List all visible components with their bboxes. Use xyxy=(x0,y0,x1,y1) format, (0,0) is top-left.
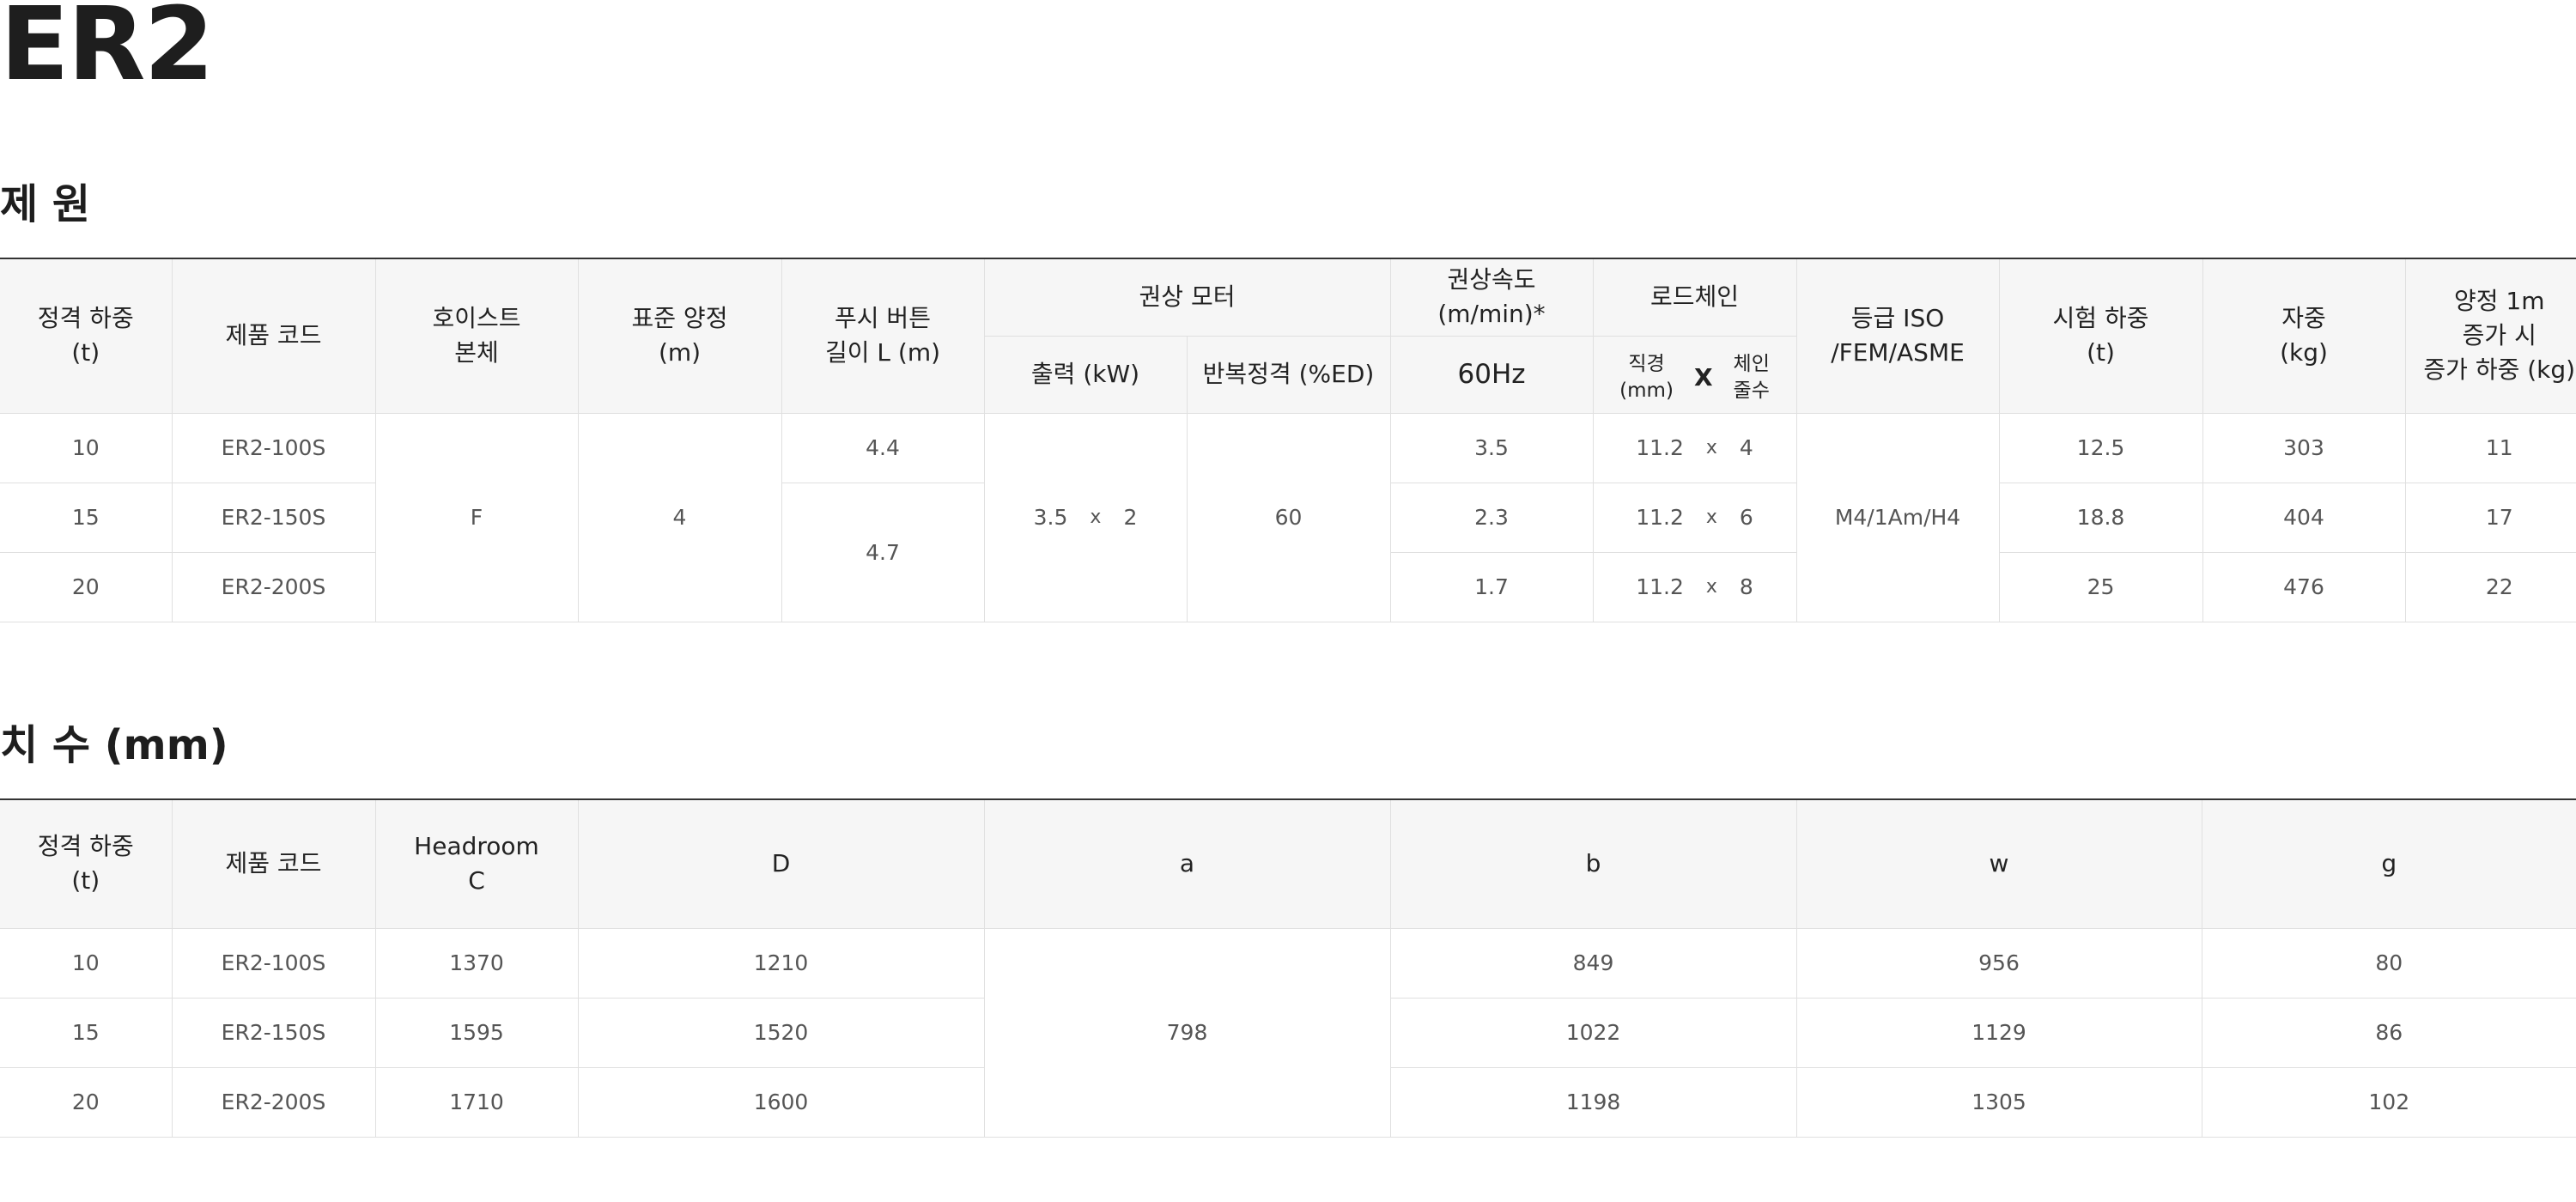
cell-d: 1210 xyxy=(577,927,985,999)
header-std-lift: 표준 양정 (m) xyxy=(577,258,782,414)
cell-test-load: 12.5 xyxy=(1998,412,2203,483)
cell-push-button-length: 4.7 xyxy=(781,482,985,622)
dimensions-heading: 치 수 (mm) xyxy=(0,721,228,769)
cell-g: 86 xyxy=(2201,997,2576,1068)
cell-headroom: 1710 xyxy=(374,1066,579,1138)
cell-d: 1520 xyxy=(577,997,985,1068)
header-a: a xyxy=(983,798,1391,929)
cell-grade: M4/1Am/H4 xyxy=(1795,412,2000,622)
header-hoist-motor: 권상 모터 xyxy=(983,258,1391,337)
cell-extra-weight: 17 xyxy=(2404,482,2576,553)
header-chain-falls: 체인 줄수 xyxy=(1733,352,1770,402)
cell-w: 1129 xyxy=(1795,997,2202,1068)
cell-test-load: 18.8 xyxy=(1998,482,2203,553)
cell-product-code: ER2-200S xyxy=(171,1066,376,1138)
cell-motor-duty: 60 xyxy=(1186,412,1391,622)
cell-rated-load: 20 xyxy=(0,551,173,622)
header-chain-spec: 직경 (mm) X 체인 줄수 xyxy=(1592,335,1797,414)
cell-b: 1022 xyxy=(1389,997,1797,1068)
header-d: D xyxy=(577,798,985,929)
cell-test-load: 25 xyxy=(1998,551,2203,622)
table-row: 10 ER2-100S 1370 1210 798 849 956 80 xyxy=(0,927,2576,1138)
cell-weight: 404 xyxy=(2202,482,2406,553)
cell-hoist-speed: 2.3 xyxy=(1389,482,1594,553)
cell-b: 849 xyxy=(1389,927,1797,999)
cell-product-code: ER2-100S xyxy=(171,412,376,483)
cell-product-code: ER2-200S xyxy=(171,551,376,622)
cell-push-button-length: 4.4 xyxy=(781,412,985,483)
cell-weight: 476 xyxy=(2202,551,2406,622)
cell-rated-load: 10 xyxy=(0,412,173,483)
header-extra-weight: 양정 1m 증가 시 증가 하중 (kg) xyxy=(2404,258,2576,414)
header-w: w xyxy=(1795,798,2202,929)
header-rated-load: 정격 하중 (t) xyxy=(0,258,173,414)
header-weight: 자중 (kg) xyxy=(2202,258,2406,414)
header-hoist-speed: 권상속도 (m/min)* xyxy=(1389,258,1594,337)
header-motor-output: 출력 (kW) xyxy=(984,335,1188,414)
table-row: 10 ER2-100S F 4 4.4 3.5 x 2 60 3.5 11.2 x 4 … xyxy=(0,412,2576,622)
cell-g: 80 xyxy=(2201,927,2576,999)
header-test-load: 시험 하중 (t) xyxy=(1998,258,2203,414)
cell-std-lift: 4 xyxy=(577,412,782,622)
cell-hoist-body: F xyxy=(374,412,579,622)
cell-rated-load: 15 xyxy=(0,997,173,1068)
cell-extra-weight: 11 xyxy=(2404,412,2576,483)
header-chain-diameter: 직경 (mm) xyxy=(1619,352,1674,402)
header-chain-times: X xyxy=(1693,362,1713,392)
cell-rated-load: 20 xyxy=(0,1066,173,1138)
cell-a: 798 xyxy=(983,927,1391,1138)
cell-b: 1198 xyxy=(1389,1066,1797,1138)
header-motor-duty: 반복정격 (%ED) xyxy=(1186,335,1391,414)
cell-product-code: ER2-150S xyxy=(171,482,376,553)
header-push-button-length: 푸시 버튼 길이 L (m) xyxy=(781,258,985,414)
header-hoist-body: 호이스트 본체 xyxy=(374,258,579,414)
dimensions-table: 정격 하중 (t) 제품 코드 Headroom C D a b w g 10 ER… xyxy=(0,798,2576,1138)
cell-g: 102 xyxy=(2201,1066,2576,1138)
cell-rated-load: 10 xyxy=(0,927,173,999)
header-headroom: Headroom C xyxy=(374,798,579,929)
cell-w: 1305 xyxy=(1795,1066,2202,1138)
cell-product-code: ER2-150S xyxy=(171,997,376,1068)
cell-load-chain: 11.2 x 4 xyxy=(1592,412,1797,483)
header-load-chain: 로드체인 xyxy=(1592,258,1797,337)
cell-headroom: 1370 xyxy=(374,927,579,999)
spec-heading: 제 원 xyxy=(0,180,91,228)
header-product-code: 제품 코드 xyxy=(171,798,376,929)
cell-load-chain: 11.2 x 8 xyxy=(1592,551,1797,622)
header-g: g xyxy=(2201,798,2576,929)
header-rated-load: 정격 하중 (t) xyxy=(0,798,173,929)
header-grade: 등급 ISO/FEM/ASME xyxy=(1795,258,2000,414)
cell-hoist-speed: 3.5 xyxy=(1389,412,1594,483)
page-title: ER2 xyxy=(0,0,215,103)
cell-headroom: 1595 xyxy=(374,997,579,1068)
cell-load-chain: 11.2 x 6 xyxy=(1592,482,1797,553)
cell-d: 1600 xyxy=(577,1066,985,1138)
cell-product-code: ER2-100S xyxy=(171,927,376,999)
header-product-code: 제품 코드 xyxy=(171,258,376,414)
header-b: b xyxy=(1389,798,1797,929)
spec-table: 정격 하중 (t) 제품 코드 호이스트 본체 표준 양정 (m) 푸시 버튼 길이 L… xyxy=(0,258,2576,622)
cell-w: 956 xyxy=(1795,927,2202,999)
header-speed-60hz: 60Hz xyxy=(1389,335,1594,414)
cell-hoist-speed: 1.7 xyxy=(1389,551,1594,622)
cell-rated-load: 15 xyxy=(0,482,173,553)
cell-weight: 303 xyxy=(2202,412,2406,483)
cell-motor-output: 3.5 x 2 xyxy=(983,412,1188,622)
cell-extra-weight: 22 xyxy=(2404,551,2576,622)
